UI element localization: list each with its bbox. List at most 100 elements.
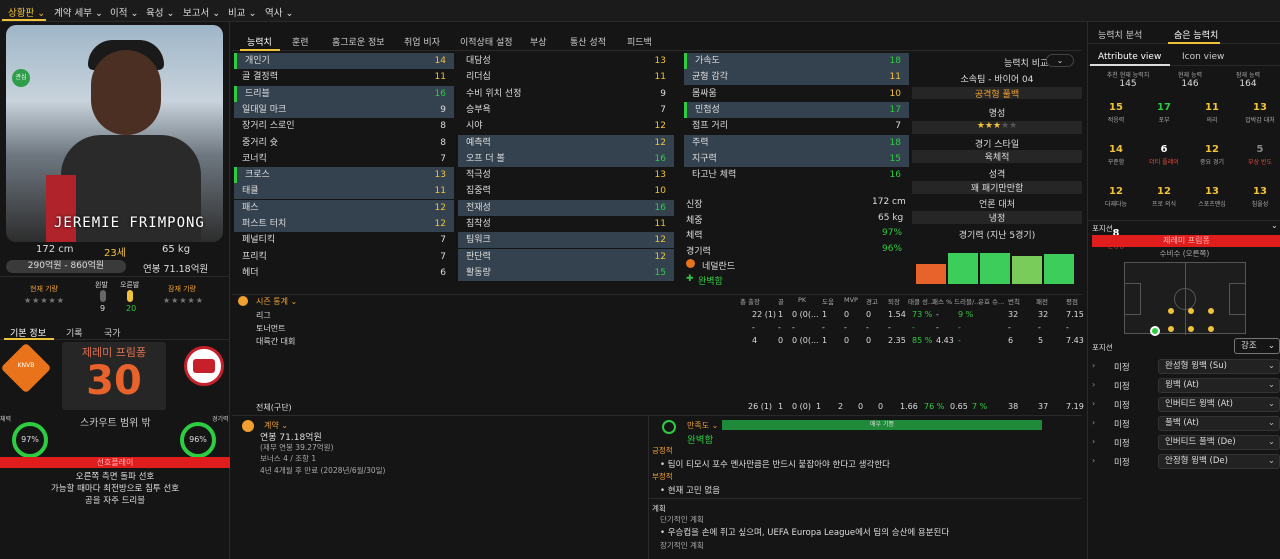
mental-row[interactable]: 집중력 10 [458,183,674,199]
season-header-cell[interactable]: 경고 [866,296,878,306]
position-collapse-icon[interactable]: ⌄ [1271,221,1278,230]
role-select[interactable]: 완성형 윙백 (Su) ⌄ [1158,359,1280,374]
chevron-right-icon[interactable]: › [1092,437,1095,446]
role-select[interactable]: 안정형 윙백 (De) ⌄ [1158,454,1280,469]
season-header-cell[interactable]: 패전 [1036,296,1048,306]
strength-select[interactable]: 강조 ⌄ [1234,338,1280,354]
physical-row[interactable]: 점프 거리 7 [684,118,909,134]
season-total-cell: 7.19 [1066,402,1084,411]
technical-row[interactable]: 페널티킥 7 [234,232,454,248]
height-label: 신장 [686,200,703,210]
technical-row[interactable]: 크로스 13 [234,167,454,184]
form-label: 경기력 [686,247,711,257]
mental-row[interactable]: 리더십 11 [458,69,674,85]
physical-row[interactable]: 균형 감각 11 [684,69,909,86]
technical-row[interactable]: 장거리 스로인 8 [234,118,454,134]
role-select[interactable]: 풀백 (At) ⌄ [1158,416,1280,431]
mental-row[interactable]: 적극성 13 [458,167,674,183]
season-cell: - [778,323,781,332]
tab-injury[interactable]: 부상 [530,35,547,48]
tab-attribute-view[interactable]: Attribute view [1098,52,1161,62]
tab-ability-analysis[interactable]: 능력치 분석 [1098,28,1142,41]
mental-row[interactable]: 대담성 13 [458,53,674,69]
season-header-cell[interactable]: 퇴장 [888,296,900,306]
mental-row[interactable]: 시야 12 [458,118,674,134]
season-header-cell[interactable]: 태클 성... [908,296,934,306]
season-header-cell[interactable]: MVP [844,296,858,304]
tab-feedback[interactable]: 피드백 [627,35,652,48]
interest-badge[interactable]: 관심 [12,69,30,87]
mental-row[interactable]: 승부욕 7 [458,102,674,118]
season-header-cell[interactable]: 도움 [822,296,834,306]
technical-row[interactable]: 퍼스트 터치 12 [234,216,454,232]
technical-row[interactable]: 중거리 슛 8 [234,135,454,151]
season-header-cell[interactable]: 번칙 [1008,296,1020,306]
technical-row[interactable]: 드리블 16 [234,85,454,102]
tab-attributes[interactable]: 능력치 [247,35,272,48]
season-header-cell[interactable]: 유효 슈... [978,296,1004,306]
physical-row[interactable]: 가속도 18 [684,53,909,69]
attribute-name: 전재성 [466,202,491,213]
chevron-right-icon[interactable]: › [1092,418,1095,427]
nav-overview[interactable]: 상황판 ⌄ [8,5,45,19]
tab-transfer-status[interactable]: 이적상태 설정 [460,35,513,48]
negative-item: • 현재 고민 없음 [660,486,721,496]
role-select[interactable]: 인버티드 풀백 (De) ⌄ [1158,435,1280,450]
physical-row[interactable]: 지구력 15 [684,150,909,167]
season-header-cell[interactable]: 패스 % [932,296,952,306]
nav-development[interactable]: 육성 ⌄ [146,5,174,19]
technical-row[interactable]: 프리킥 7 [234,249,454,265]
hidden-attribute: 12 중요 경기 [1188,144,1236,166]
tab-icon-view[interactable]: Icon view [1182,52,1224,62]
physical-row[interactable]: 타고난 체력 16 [684,167,909,183]
season-total-cell: 37 [1038,402,1049,411]
nav-transfer[interactable]: 이적 ⌄ [110,5,138,19]
nav-contract[interactable]: 계약 세부 ⌄ [54,5,103,19]
technical-row[interactable]: 헤더 6 [234,265,454,281]
technical-row[interactable]: 태클 11 [234,183,454,200]
media-label: 언론 대처 [979,200,1015,210]
technical-row[interactable]: 일대일 마크 9 [234,101,454,118]
technical-row[interactable]: 개인기 14 [234,53,454,69]
season-header-cell[interactable]: PK [798,296,806,304]
mental-row[interactable]: 활동량 15 [458,264,674,281]
chevron-right-icon[interactable]: › [1092,456,1095,465]
role-select[interactable]: 윙백 (At) ⌄ [1158,378,1280,393]
tab-records[interactable]: 기록 [66,326,83,339]
tab-work-permit[interactable]: 취업 비자 [404,35,440,48]
nav-history[interactable]: 역사 ⌄ [265,5,293,19]
mental-row[interactable]: 수비 위치 선정 9 [458,86,674,102]
tab-career-stats[interactable]: 통산 성적 [570,35,606,48]
technical-row[interactable]: 코너킥 7 [234,151,454,167]
physical-row[interactable]: 민첩성 17 [684,101,909,118]
tab-training[interactable]: 훈련 [292,35,309,48]
season-cell: 4.43 [936,336,954,345]
physical-row[interactable]: 주력 18 [684,134,909,151]
attribute-value: 7 [440,153,446,164]
season-header-cell[interactable]: 드리블/... [954,296,980,306]
mental-row[interactable]: 예측력 12 [458,134,674,151]
technical-row[interactable]: 골 결정력 11 [234,69,454,85]
tab-hidden-attributes[interactable]: 숨은 능력치 [1174,28,1218,41]
physical-row[interactable]: 몸싸움 10 [684,86,909,102]
tab-national[interactable]: 국가 [104,326,121,339]
chevron-right-icon[interactable]: › [1092,361,1095,370]
nav-reports[interactable]: 보고서 ⌄ [183,5,220,19]
hidden-attributes-panel: 능력치 분석 숨은 능력치 Attribute view Icon view 추… [1087,22,1280,559]
mental-row[interactable]: 팀워크 12 [458,232,674,249]
chevron-right-icon[interactable]: › [1092,380,1095,389]
compare-dropdown[interactable]: ⌄ [1046,54,1074,67]
season-header-cell[interactable]: 골 [778,296,784,306]
mental-row[interactable]: 침착성 11 [458,216,674,232]
season-header-cell[interactable]: 총 출장 [740,296,760,306]
technical-row[interactable]: 패스 12 [234,199,454,216]
mental-row[interactable]: 판단력 12 [458,248,674,265]
satisfaction-title[interactable]: 만족도 ⌄ [687,420,718,431]
mental-row[interactable]: 오프 더 볼 16 [458,150,674,167]
season-header-cell[interactable]: 평점 [1066,296,1078,306]
role-select[interactable]: 인버티드 윙백 (At) ⌄ [1158,397,1280,412]
mental-row[interactable]: 전재성 16 [458,199,674,216]
chevron-right-icon[interactable]: › [1092,399,1095,408]
nav-compare[interactable]: 비교 ⌄ [228,5,256,19]
tab-homegrown[interactable]: 홈그로운 정보 [332,35,385,48]
